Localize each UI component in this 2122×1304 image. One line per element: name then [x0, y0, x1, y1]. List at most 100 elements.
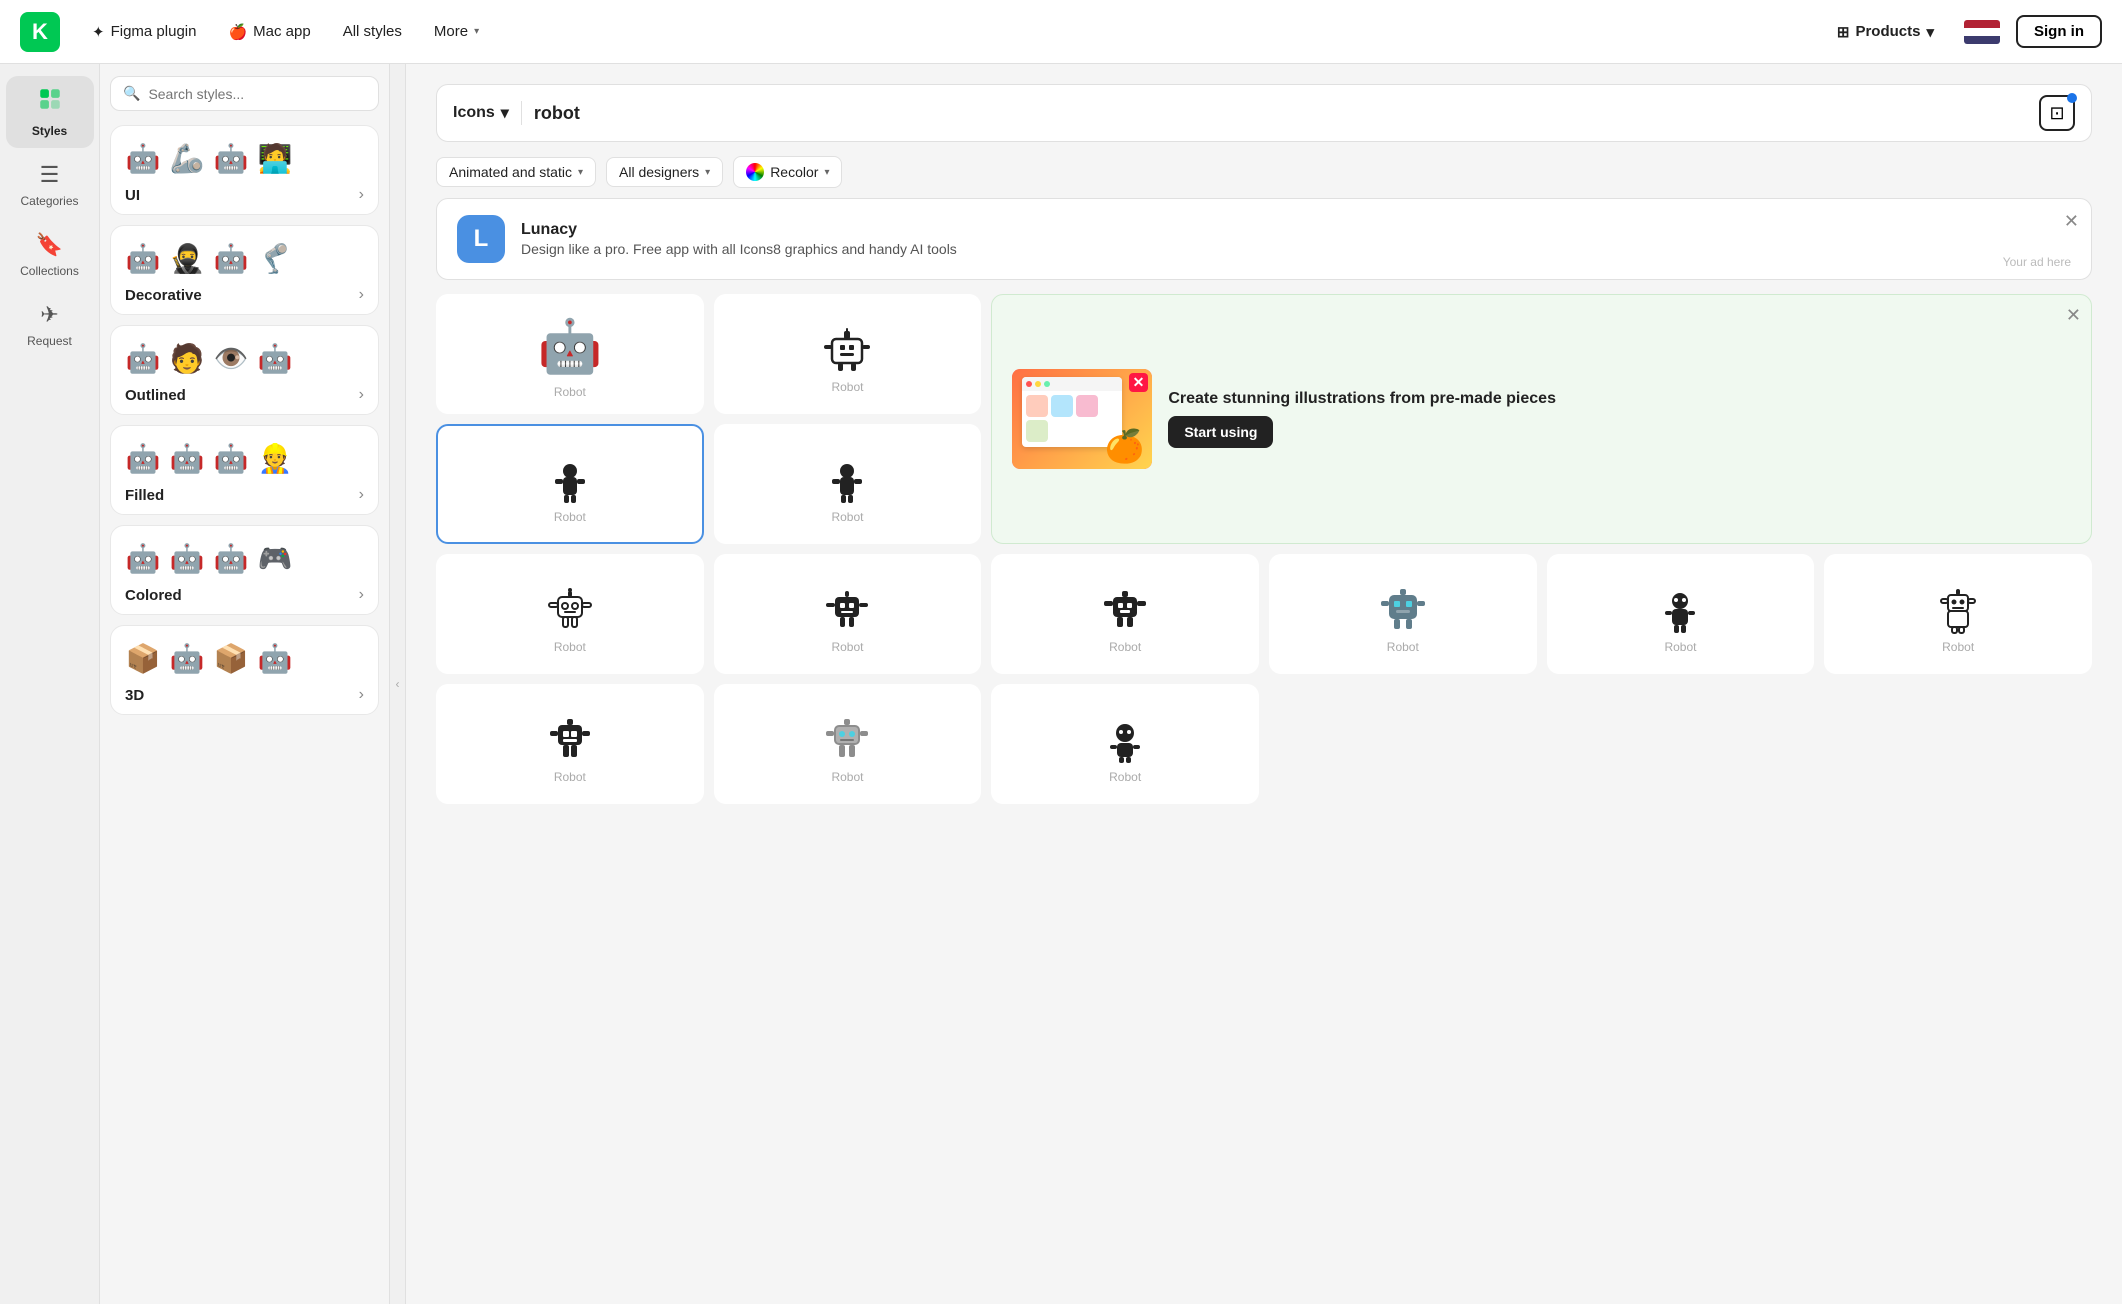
- icon-label-10: Robot: [1942, 640, 1974, 654]
- icons-area: 🤖 Robot: [406, 294, 2122, 1304]
- nav-all-styles[interactable]: All styles: [331, 17, 414, 46]
- animated-filter-button[interactable]: Animated and static ▾: [436, 157, 596, 187]
- icon-cell-2[interactable]: Robot: [714, 294, 982, 414]
- search-divider: [521, 101, 522, 125]
- sidebar-item-categories[interactable]: ☰ Categories: [6, 152, 94, 218]
- robot-image-2: [820, 321, 874, 380]
- robot-image-3: [543, 451, 597, 510]
- robot-image-9: [1653, 581, 1707, 640]
- signin-button[interactable]: Sign in: [2016, 15, 2102, 48]
- logo-text: K: [32, 19, 48, 45]
- icon-label-6: Robot: [831, 640, 863, 654]
- language-selector[interactable]: [1964, 20, 2000, 44]
- arrow-right-icon: ›: [359, 586, 364, 604]
- chevron-down-icon: ▾: [1926, 23, 1934, 41]
- search-input[interactable]: [148, 86, 366, 102]
- icon-cell-11[interactable]: Robot: [436, 684, 704, 804]
- icon-cell-3[interactable]: Robot: [436, 424, 704, 544]
- promo-close-button[interactable]: ✕: [2066, 305, 2081, 326]
- color-circle-icon: [746, 163, 764, 181]
- sidebar-request-label: Request: [27, 334, 72, 348]
- style-card-colored-icons: 🤖 🤖 🤖 🎮: [125, 540, 364, 576]
- sidebar-item-collections[interactable]: 🔖 Collections: [6, 222, 94, 288]
- filled-icon-3: 🤖: [213, 440, 249, 476]
- designers-filter-label: All designers: [619, 164, 699, 180]
- logo[interactable]: K: [20, 12, 60, 52]
- scan-button[interactable]: ⊡: [2039, 95, 2075, 131]
- icon-cell-13[interactable]: Robot: [991, 684, 1259, 804]
- ad-banner: L Lunacy Design like a pro. Free app wit…: [436, 198, 2092, 280]
- nav-mac-app[interactable]: 🍎 Mac app: [216, 17, 322, 47]
- nav-products[interactable]: ⊞ Products ▾: [1823, 17, 1948, 47]
- ad-close-button[interactable]: ✕: [2064, 211, 2079, 232]
- icon-cell-10[interactable]: Robot: [1824, 554, 2092, 674]
- sidebar-item-request[interactable]: ✈ Request: [6, 292, 94, 358]
- arrow-right-icon: ›: [359, 386, 364, 404]
- style-card-decorative-label: Decorative: [125, 287, 202, 304]
- figma-icon: ✦: [92, 23, 105, 41]
- sidebar-item-styles[interactable]: Styles: [6, 76, 94, 148]
- nav-more[interactable]: More ▾: [422, 17, 491, 46]
- style-card-3d[interactable]: 📦 🤖 📦 🤖 3D ›: [110, 625, 379, 715]
- icon-cell-1[interactable]: 🤖 Robot: [436, 294, 704, 414]
- request-icon: ✈: [40, 302, 58, 328]
- icon-cell-8[interactable]: Robot: [1269, 554, 1537, 674]
- content-header: Icons ▾ ⊡ Animated and static ▾ All desi…: [406, 64, 2122, 198]
- icon-label-5: Robot: [554, 640, 586, 654]
- robot-image-1: 🤖: [537, 316, 602, 377]
- sidebar-collections-label: Collections: [20, 264, 79, 278]
- categories-icon: ☰: [40, 162, 60, 188]
- designers-filter-button[interactable]: All designers ▾: [606, 157, 723, 187]
- apple-icon: 🍎: [228, 23, 247, 41]
- 3d-icon-4: 🤖: [257, 640, 293, 676]
- icon-cell-7[interactable]: Robot: [991, 554, 1259, 674]
- nav-all-styles-label: All styles: [343, 23, 402, 40]
- outlined-icon-4: 🤖: [257, 340, 293, 376]
- icon-cell-4[interactable]: Robot: [714, 424, 982, 544]
- style-card-outlined-icons: 🤖 🧑 👁️ 🤖: [125, 340, 364, 376]
- search-type-button[interactable]: Icons ▾: [453, 103, 509, 123]
- style-card-outlined[interactable]: 🤖 🧑 👁️ 🤖 Outlined ›: [110, 325, 379, 415]
- panel-collapse-handle[interactable]: ‹: [390, 64, 406, 1304]
- icon-label-13: Robot: [1109, 770, 1141, 784]
- sidebar-styles-label: Styles: [32, 124, 67, 138]
- icon-cell-5[interactable]: Robot: [436, 554, 704, 674]
- recolor-button[interactable]: Recolor ▾: [733, 156, 842, 188]
- top-nav: K ✦ Figma plugin 🍎 Mac app All styles Mo…: [0, 0, 2122, 64]
- style-card-colored-footer: Colored ›: [125, 586, 364, 604]
- style-card-colored[interactable]: 🤖 🤖 🤖 🎮 Colored ›: [110, 525, 379, 615]
- animated-filter-label: Animated and static: [449, 164, 572, 180]
- scan-icon: ⊡: [2049, 103, 2064, 124]
- nav-figma-plugin[interactable]: ✦ Figma plugin: [80, 17, 208, 47]
- grid-icon: ⊞: [1837, 23, 1850, 41]
- 3d-icon-2: 🤖: [169, 640, 205, 676]
- colored-icon-2: 🤖: [169, 540, 205, 576]
- ad-logo-letter: L: [474, 225, 489, 253]
- icon-cell-6[interactable]: Robot: [714, 554, 982, 674]
- style-card-decorative-footer: Decorative ›: [125, 286, 364, 304]
- style-card-filled[interactable]: 🤖 🤖 🤖 👷 Filled ›: [110, 425, 379, 515]
- search-bar[interactable]: 🔍: [110, 76, 379, 111]
- main-search-input[interactable]: [534, 103, 2027, 124]
- style-card-ui[interactable]: 🤖 🦾 🤖 🧑‍💻 UI ›: [110, 125, 379, 215]
- style-card-decorative[interactable]: 🤖 🥷 🤖 🦿 Decorative ›: [110, 225, 379, 315]
- chevron-down-icon: ▾: [501, 103, 509, 123]
- decorative-icon-1: 🤖: [125, 240, 161, 276]
- icon-cell-9[interactable]: Robot: [1547, 554, 1815, 674]
- outlined-icon-1: 🤖: [125, 340, 161, 376]
- icons-grid: 🤖 Robot: [436, 294, 2092, 804]
- style-card-ui-label: UI: [125, 187, 140, 204]
- promo-start-button[interactable]: Start using: [1168, 416, 1273, 448]
- robot-image-4: [820, 451, 874, 510]
- icon-cell-12[interactable]: Robot: [714, 684, 982, 804]
- promo-card: ✕: [991, 294, 2092, 544]
- search-icon: 🔍: [123, 85, 140, 102]
- sidebar-categories-label: Categories: [20, 194, 78, 208]
- signin-label: Sign in: [2034, 23, 2084, 40]
- ad-title: Lunacy: [521, 221, 957, 239]
- filter-row: Animated and static ▾ All designers ▾ Re…: [436, 156, 2092, 188]
- main-search-row: Icons ▾ ⊡: [436, 84, 2092, 142]
- colored-icon-3: 🤖: [213, 540, 249, 576]
- arrow-right-icon: ›: [359, 286, 364, 304]
- scan-dot: [2067, 93, 2077, 103]
